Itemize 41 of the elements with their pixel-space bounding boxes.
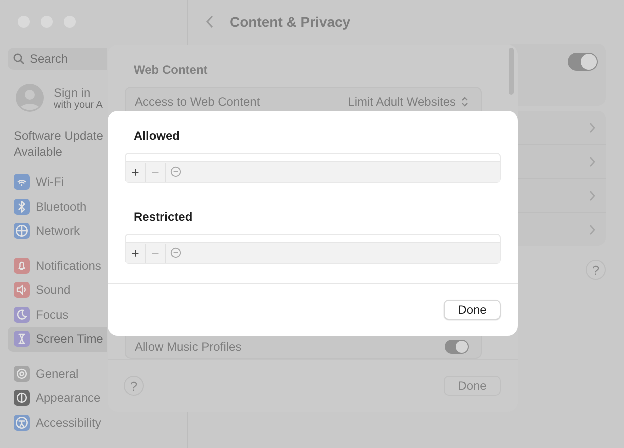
sidebar-item[interactable]: Network [8, 219, 107, 244]
minus-circle-icon[interactable] [170, 166, 182, 178]
chevron-icon[interactable] [589, 156, 596, 168]
toggle-switch[interactable] [445, 340, 469, 354]
section-title: Web Content [134, 63, 209, 77]
minus-circle-icon[interactable] [170, 247, 182, 259]
sign-in-label[interactable]: Sign in [54, 86, 103, 100]
sidebar-item[interactable]: General [8, 362, 107, 386]
row-label: Access to Web Content [135, 95, 260, 109]
list-title: Restricted [134, 210, 194, 224]
popup-menu[interactable]: Limit Adult Websites [348, 95, 469, 109]
list-box[interactable]: + − [125, 153, 501, 183]
sidebar-item[interactable]: Bluetooth [8, 194, 107, 219]
list-title: Allowed [134, 129, 182, 143]
remove-button[interactable]: − [146, 244, 166, 262]
page-title: Content & Privacy [230, 14, 351, 30]
add-button[interactable]: + [126, 244, 146, 262]
chevron-icon[interactable] [589, 122, 596, 134]
back-icon[interactable] [206, 15, 214, 29]
sidebar-item[interactable]: Wi-Fi [8, 170, 107, 194]
sidebar-item[interactable]: Sound [8, 278, 107, 302]
sidebar-item[interactable]: Accessibility [8, 410, 107, 435]
chevron-icon[interactable] [589, 224, 596, 236]
done-button[interactable]: Done [444, 300, 501, 320]
chevron-icon[interactable] [589, 190, 596, 202]
list-box[interactable]: + − [125, 234, 501, 264]
update-notice[interactable]: Software Update Available [8, 128, 109, 160]
sidebar-item[interactable]: Appearance [8, 386, 107, 410]
help-button[interactable]: ? [586, 260, 606, 280]
done-button[interactable]: Done [444, 376, 501, 396]
toggle-switch[interactable] [568, 53, 598, 71]
row-label: Allow Music Profiles [135, 340, 242, 354]
account-subtitle: with your A [54, 100, 103, 110]
updown-icon [461, 96, 469, 108]
sidebar-item[interactable]: Focus [8, 302, 107, 327]
sidebar-item[interactable]: Screen Time [8, 327, 107, 352]
search-field[interactable]: Search [8, 48, 107, 70]
help-button[interactable]: ? [124, 376, 144, 396]
remove-button[interactable]: − [146, 162, 166, 182]
sidebar-item[interactable]: Notifications [8, 254, 107, 278]
add-button[interactable]: + [126, 162, 146, 182]
